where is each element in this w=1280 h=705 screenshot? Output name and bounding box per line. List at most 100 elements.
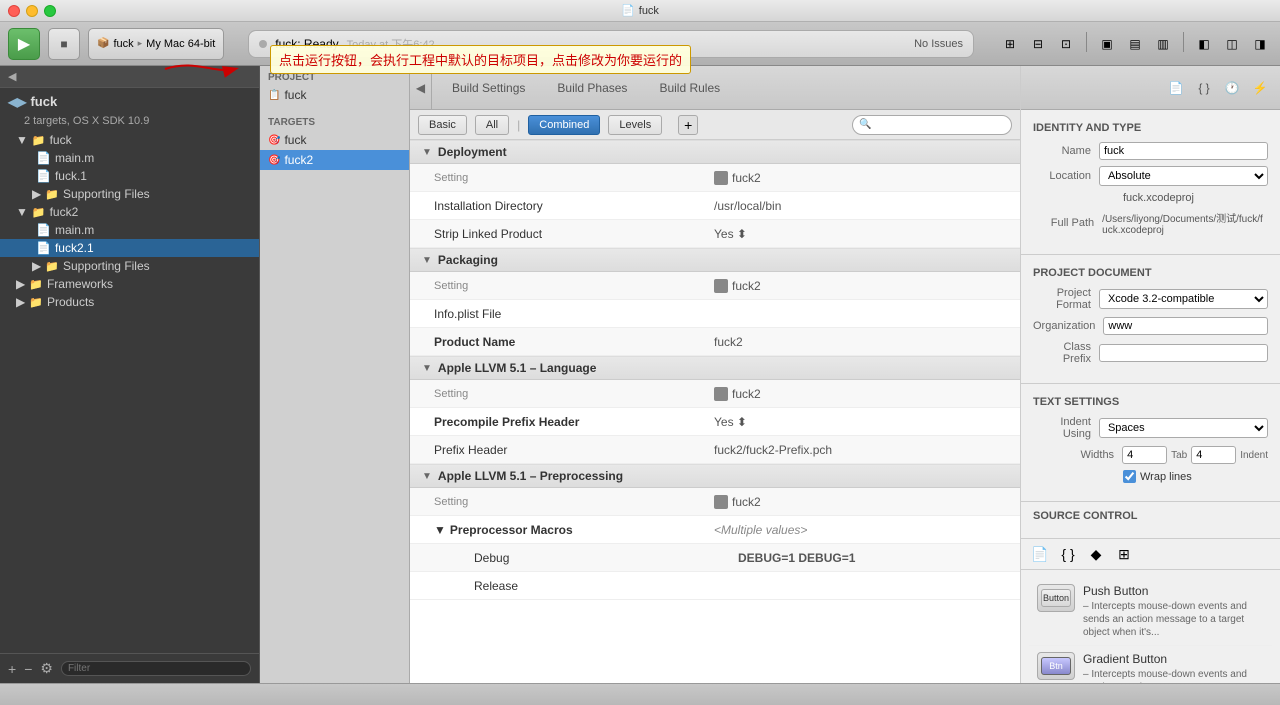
obj-cube-btn[interactable]: ◆ (1085, 543, 1107, 565)
tab-build-settings[interactable]: Build Settings (440, 77, 537, 99)
row-product-name[interactable]: Product Name fuck2 (410, 328, 1020, 356)
push-button-desc: – Intercepts mouse-down events and sends… (1083, 600, 1264, 639)
nav-file-fuck1[interactable]: 📄 fuck.1 (0, 167, 259, 185)
row-release[interactable]: Release (410, 572, 1020, 600)
section-deployment[interactable]: ▼ Deployment (410, 140, 1020, 164)
expand-icon: ▶ (16, 277, 25, 291)
indent-width-input[interactable] (1191, 446, 1236, 464)
push-button-name: Push Button (1083, 584, 1264, 598)
folder-icon: 📁 (32, 134, 46, 147)
row-debug[interactable]: Debug DEBUG=1 DEBUG=1 (410, 544, 1020, 572)
project-subtitle: 2 targets, OS X SDK 10.9 (0, 115, 259, 131)
location-select[interactable]: Absolute Relative to Group (1099, 166, 1268, 186)
standard-editor[interactable]: ▣ (1095, 32, 1119, 56)
filter-levels[interactable]: Levels (608, 115, 662, 135)
inspector-history-btn[interactable]: 🕐 (1220, 76, 1244, 100)
wrap-lines-checkbox[interactable] (1123, 470, 1136, 483)
section-packaging[interactable]: ▼ Packaging (410, 248, 1020, 272)
close-button[interactable] (8, 5, 20, 17)
expand-icon: ▼ (434, 523, 446, 537)
row-preprocessor-macros[interactable]: ▼ Preprocessor Macros <Multiple values> (410, 516, 1020, 544)
folder-icon: 📁 (29, 296, 43, 309)
tab-width-input[interactable] (1122, 446, 1167, 464)
obj-push-button[interactable]: Button Push Button – Intercepts mouse-do… (1029, 578, 1272, 646)
add-file-button[interactable]: + (8, 661, 16, 677)
indent-select[interactable]: Spaces Tabs (1099, 418, 1268, 438)
options-button[interactable]: ⚙ (40, 660, 53, 677)
hide-left-panel[interactable]: ◧ (1192, 32, 1216, 56)
row-strip-linked[interactable]: Strip Linked Product Yes ⬍ (410, 220, 1020, 248)
row-precompile-prefix[interactable]: Precompile Prefix Header Yes ⬍ (410, 408, 1020, 436)
nav-bottom: + − ⚙ (0, 653, 259, 683)
editor-area: ◀ Build Settings Build Phases Build Rule… (410, 66, 1020, 683)
org-row: Organization (1033, 317, 1268, 335)
version-editor[interactable]: ▥ (1151, 32, 1175, 56)
indent-using-row: Indent Using Spaces Tabs (1033, 416, 1268, 440)
text-settings-section: Text Settings Indent Using Spaces Tabs W… (1021, 384, 1280, 502)
add-setting-button[interactable]: + (678, 115, 698, 135)
stop-button[interactable]: ■ (48, 28, 80, 60)
minimize-button[interactable] (26, 5, 38, 17)
nav-file-mainm2[interactable]: 📄 main.m (0, 221, 259, 239)
hide-right-panel[interactable]: ◨ (1248, 32, 1272, 56)
debug-toggle[interactable]: ⊟ (1026, 32, 1050, 56)
hide-bottom-panel[interactable]: ◫ (1220, 32, 1244, 56)
filter-combined[interactable]: Combined (528, 115, 600, 135)
section-llvm-lang[interactable]: ▼ Apple LLVM 5.1 – Language (410, 356, 1020, 380)
target-item-fuck[interactable]: 🎯 fuck (260, 130, 409, 150)
nav-folder-supporting2[interactable]: ▶ 📁 Supporting Files (0, 257, 259, 275)
filter-all[interactable]: All (475, 115, 509, 135)
gradient-button-desc: – Intercepts mouse-down events and sends… (1083, 668, 1264, 683)
format-select[interactable]: Xcode 3.2-compatible (1099, 289, 1268, 309)
folder-icon: 📁 (45, 260, 59, 273)
tab-build-phases[interactable]: Build Phases (545, 77, 639, 99)
name-input[interactable] (1099, 142, 1268, 160)
section-llvm-preproc[interactable]: ▼ Apple LLVM 5.1 – Preprocessing (410, 464, 1020, 488)
row-prefix-header[interactable]: Prefix Header fuck2/fuck2-Prefix.pch (410, 436, 1020, 464)
project-root[interactable]: ◀▶ fuck (0, 88, 259, 115)
nav-group-fuck[interactable]: ▼ 📁 fuck (0, 131, 259, 149)
inspector-toolbar: 📄 { } 🕐 ⚡ (1021, 66, 1280, 110)
row-infoplist[interactable]: Info.plist File (410, 300, 1020, 328)
expand-icon: ▶ (16, 295, 25, 309)
search-input[interactable] (871, 119, 1013, 131)
inspector-quick-btn[interactable]: { } (1192, 76, 1216, 100)
project-item-fuck[interactable]: 📋 fuck (260, 85, 409, 105)
nav-file-fuck21-selected[interactable]: 📄 fuck2.1 (0, 239, 259, 257)
scheme-selector[interactable]: 📦 fuck ▸ My Mac 64-bit (88, 28, 224, 60)
nav-group-fuck2[interactable]: ▼ 📁 fuck2 (0, 203, 259, 221)
back-button[interactable]: ◀ (410, 66, 432, 110)
nav-filter-input[interactable] (61, 661, 251, 676)
nav-file-mainm[interactable]: 📄 main.m (0, 149, 259, 167)
obj-media-btn[interactable]: ⊞ (1113, 543, 1135, 565)
nav-folder-products[interactable]: ▶ 📁 Products (0, 293, 259, 311)
status-ready: fuck: Ready (275, 37, 338, 51)
filter-basic[interactable]: Basic (418, 115, 467, 135)
navigator-toggle[interactable]: ⊞ (998, 32, 1022, 56)
maximize-button[interactable] (44, 5, 56, 17)
target-item-fuck2-selected[interactable]: 🎯 fuck2 (260, 150, 409, 170)
nav-folder-supporting[interactable]: ▶ 📁 Supporting Files (0, 185, 259, 203)
obj-gradient-button[interactable]: Btn Gradient Button – Intercepts mouse-d… (1029, 646, 1272, 683)
assistant-editor[interactable]: ▤ (1123, 32, 1147, 56)
nav-folder-frameworks[interactable]: ▶ 📁 Frameworks (0, 275, 259, 293)
inspector-file-btn[interactable]: 📄 (1164, 76, 1188, 100)
project-label: PROJECT (260, 66, 409, 85)
targets-label: TARGETS (260, 111, 409, 130)
row-installation-dir[interactable]: Installation Directory /usr/local/bin (410, 192, 1020, 220)
project-target-sidebar: PROJECT 📋 fuck TARGETS 🎯 fuck 🎯 fuck2 (260, 66, 410, 683)
search-container: 🔍 (852, 115, 1012, 135)
org-input[interactable] (1103, 317, 1268, 335)
obj-struct-btn[interactable]: { } (1057, 543, 1079, 565)
expand-icon: ▼ (16, 205, 28, 219)
tab-build-rules[interactable]: Build Rules (647, 77, 732, 99)
target-icon (714, 171, 728, 185)
obj-file-btn[interactable]: 📄 (1029, 543, 1051, 565)
obj-lib-toolbar: 📄 { } ◆ ⊞ (1021, 539, 1280, 570)
class-prefix-input[interactable] (1099, 344, 1268, 362)
remove-file-button[interactable]: − (24, 661, 32, 677)
assistant-toggle[interactable]: ⊡ (1054, 32, 1078, 56)
inspector-more-btn[interactable]: ⚡ (1248, 76, 1272, 100)
status-bar: fuck: Ready Today at 下午6:42 No Issues (248, 30, 974, 58)
run-button[interactable]: ▶ (8, 28, 40, 60)
